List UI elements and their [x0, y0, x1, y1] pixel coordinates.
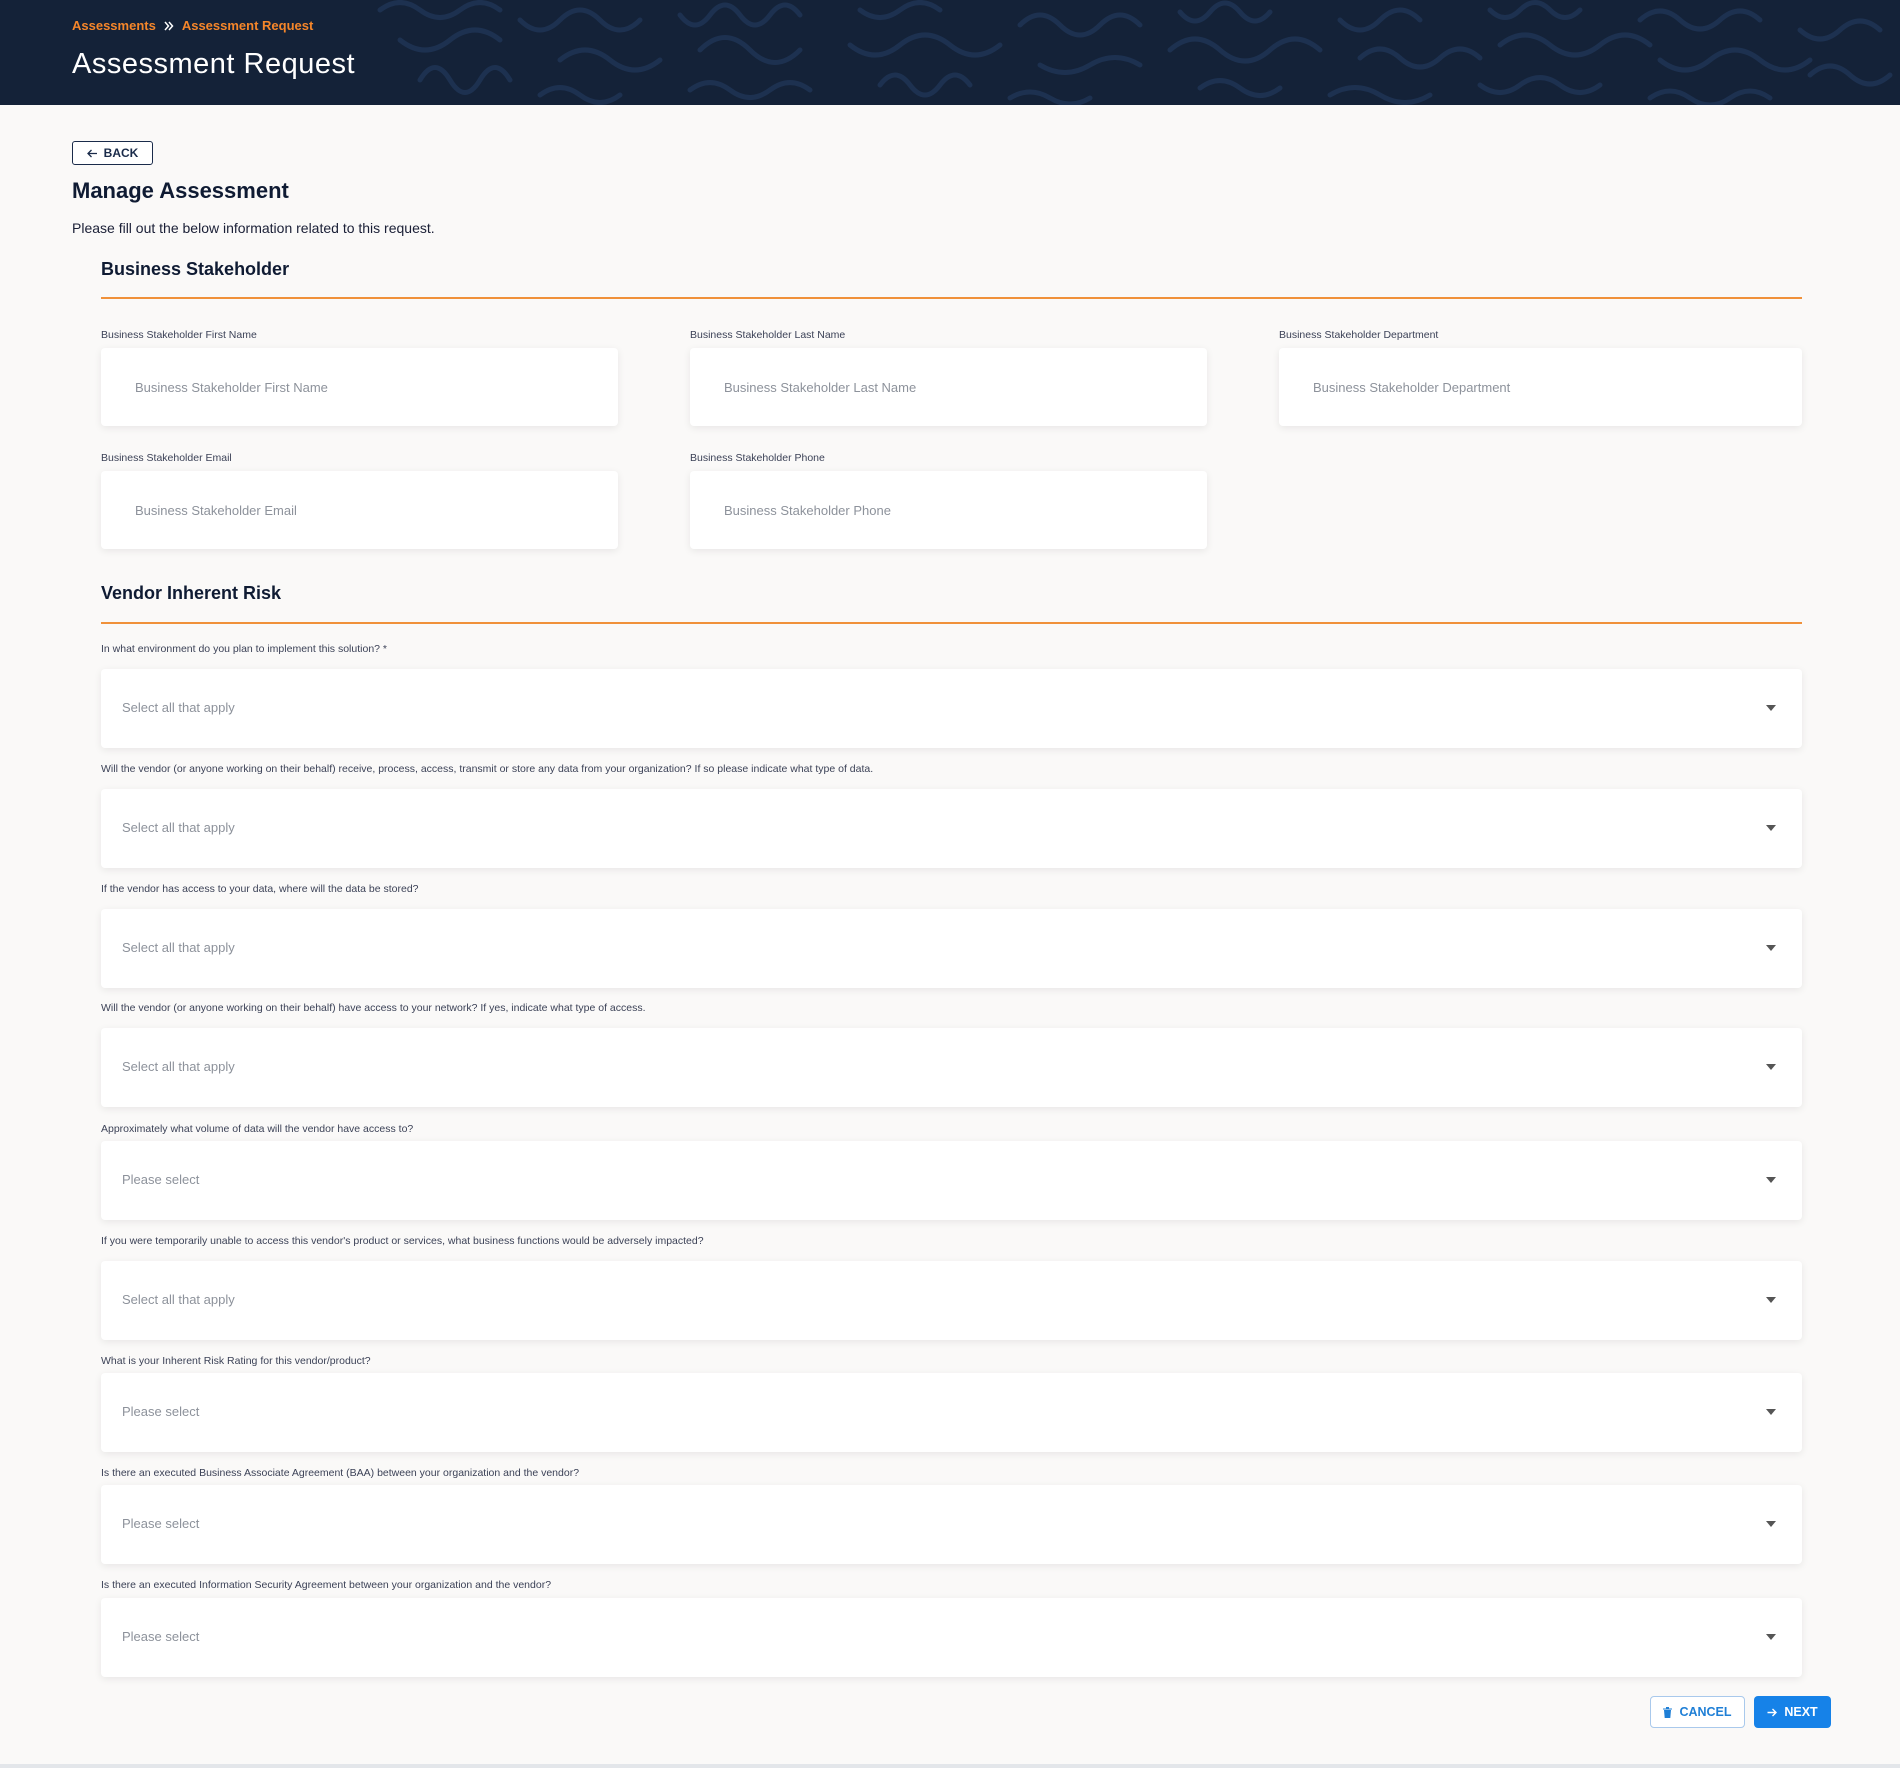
cancel-button-label: CANCEL — [1679, 1705, 1732, 1719]
security-agreement-select[interactable]: Please select — [101, 1598, 1802, 1677]
caret-down-icon — [1766, 1409, 1776, 1415]
question-label: If the vendor has access to your data, w… — [101, 883, 419, 895]
baa-select[interactable]: Please select — [101, 1485, 1802, 1564]
caret-down-icon — [1766, 1521, 1776, 1527]
data-volume-select[interactable]: Please select — [101, 1141, 1802, 1220]
data-storage-select[interactable]: Select all that apply — [101, 909, 1802, 988]
back-button[interactable]: BACK — [72, 141, 153, 165]
cancel-button[interactable]: CANCEL — [1650, 1696, 1745, 1728]
question-label: In what environment do you plan to imple… — [101, 643, 387, 655]
department-label: Business Stakeholder Department — [1279, 329, 1439, 341]
page-header: Assessments Assessment Request Assessmen… — [0, 0, 1900, 105]
first-name-input[interactable] — [101, 348, 618, 426]
data-type-select[interactable]: Select all that apply — [101, 789, 1802, 868]
section-divider — [101, 297, 1802, 299]
next-button[interactable]: NEXT — [1754, 1696, 1831, 1728]
arrow-left-icon — [86, 149, 97, 157]
business-impact-select[interactable]: Select all that apply — [101, 1261, 1802, 1340]
select-placeholder: Please select — [122, 1629, 200, 1644]
last-name-input[interactable] — [690, 348, 1207, 426]
first-name-label: Business Stakeholder First Name — [101, 329, 257, 341]
select-placeholder: Please select — [122, 1404, 200, 1419]
select-placeholder: Select all that apply — [122, 700, 235, 715]
caret-down-icon — [1766, 825, 1776, 831]
select-placeholder: Select all that apply — [122, 940, 235, 955]
question-label: Will the vendor (or anyone working on th… — [101, 1002, 646, 1014]
breadcrumb: Assessments Assessment Request — [72, 18, 313, 33]
environment-select[interactable]: Select all that apply — [101, 669, 1802, 748]
question-label: What is your Inherent Risk Rating for th… — [101, 1355, 371, 1367]
select-placeholder: Select all that apply — [122, 1059, 235, 1074]
section-title-business-stakeholder: Business Stakeholder — [101, 259, 290, 279]
department-input[interactable] — [1279, 348, 1802, 426]
risk-rating-select[interactable]: Please select — [101, 1373, 1802, 1452]
last-name-label: Business Stakeholder Last Name — [690, 329, 846, 341]
section-divider — [101, 622, 1802, 624]
back-button-label: BACK — [103, 146, 139, 160]
select-placeholder: Select all that apply — [122, 820, 235, 835]
next-button-label: NEXT — [1784, 1705, 1818, 1719]
intro-text: Please fill out the below information re… — [72, 220, 435, 236]
phone-input[interactable] — [690, 471, 1207, 549]
chevron-double-right-icon — [164, 21, 174, 31]
page-title: Assessment Request — [72, 48, 356, 80]
breadcrumb-assessments[interactable]: Assessments — [72, 18, 156, 33]
select-placeholder: Select all that apply — [122, 1292, 235, 1307]
question-label: If you were temporarily unable to access… — [101, 1235, 704, 1247]
caret-down-icon — [1766, 1064, 1776, 1070]
caret-down-icon — [1766, 1297, 1776, 1303]
breadcrumb-assessment-request[interactable]: Assessment Request — [182, 18, 314, 33]
email-label: Business Stakeholder Email — [101, 452, 232, 464]
section-title-vendor-risk: Vendor Inherent Risk — [101, 583, 282, 603]
page-bottom-border — [0, 1764, 1900, 1768]
manage-assessment-title: Manage Assessment — [72, 178, 289, 203]
network-access-select[interactable]: Select all that apply — [101, 1028, 1802, 1107]
question-label: Will the vendor (or anyone working on th… — [101, 763, 874, 775]
trash-icon — [1663, 1706, 1673, 1718]
question-label: Approximately what volume of data will t… — [101, 1123, 414, 1135]
select-placeholder: Please select — [122, 1172, 200, 1187]
caret-down-icon — [1766, 1634, 1776, 1640]
caret-down-icon — [1766, 705, 1776, 711]
caret-down-icon — [1766, 1177, 1776, 1183]
phone-label: Business Stakeholder Phone — [690, 452, 825, 464]
question-label: Is there an executed Information Securit… — [101, 1579, 552, 1591]
arrow-right-icon — [1767, 1708, 1778, 1716]
caret-down-icon — [1766, 945, 1776, 951]
question-label: Is there an executed Business Associate … — [101, 1467, 580, 1479]
select-placeholder: Please select — [122, 1516, 200, 1531]
email-input[interactable] — [101, 471, 618, 549]
